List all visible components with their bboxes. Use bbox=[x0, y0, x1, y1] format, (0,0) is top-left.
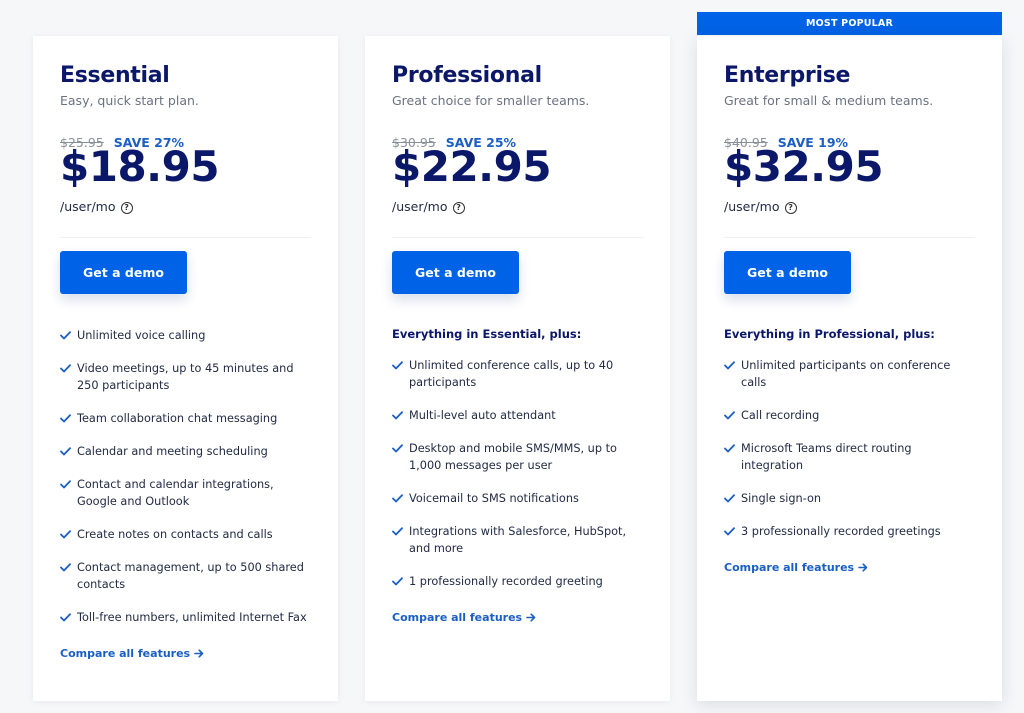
feature-list: Everything in Professional, plus: Unlimit… bbox=[724, 327, 975, 575]
feature-item: Multi-level auto attendant bbox=[392, 407, 643, 424]
feature-item: Voicemail to SMS notifications bbox=[392, 490, 643, 507]
compare-link-label: Compare all features bbox=[60, 647, 191, 660]
feature-text: Call recording bbox=[741, 409, 820, 422]
plan-card-enterprise: Enterprise Great for small & medium team… bbox=[697, 36, 1002, 701]
feature-item: Unlimited participants on conference cal… bbox=[724, 357, 975, 391]
check-icon bbox=[60, 443, 76, 460]
feature-text: Unlimited voice calling bbox=[77, 329, 206, 342]
plan-description: Great choice for smaller teams. bbox=[392, 93, 590, 108]
check-icon bbox=[724, 407, 740, 424]
feature-text: Team collaboration chat messaging bbox=[77, 412, 278, 425]
get-demo-button[interactable]: Get a demo bbox=[60, 251, 187, 294]
compare-all-features-link[interactable]: Compare all features bbox=[392, 611, 536, 625]
check-icon bbox=[60, 360, 76, 377]
arrow-right-icon bbox=[526, 612, 536, 625]
plan-price: $32.95 bbox=[724, 142, 884, 191]
plan-name: Professional bbox=[392, 63, 542, 88]
check-icon bbox=[60, 410, 76, 427]
feature-text: Microsoft Teams direct routing integrati… bbox=[741, 442, 912, 472]
feature-text: Contact management, up to 500 shared con… bbox=[77, 561, 304, 591]
check-icon bbox=[60, 526, 76, 543]
check-icon bbox=[724, 440, 740, 457]
check-icon bbox=[392, 357, 408, 374]
plan-card-essential: Essential Easy, quick start plan. $25.95… bbox=[33, 36, 338, 701]
feature-item: Call recording bbox=[724, 407, 975, 424]
get-demo-button[interactable]: Get a demo bbox=[724, 251, 851, 294]
compare-all-features-link[interactable]: Compare all features bbox=[60, 647, 204, 661]
feature-text: Contact and calendar integrations, Googl… bbox=[77, 478, 274, 508]
price-unit-row: /user/mo ? bbox=[60, 199, 133, 214]
features-heading: Everything in Essential, plus: bbox=[392, 327, 582, 341]
feature-item: Unlimited conference calls, up to 40 par… bbox=[392, 357, 643, 391]
feature-item: Toll-free numbers, unlimited Internet Fa… bbox=[60, 609, 311, 626]
plan-name: Essential bbox=[60, 63, 170, 88]
feature-text: 3 professionally recorded greetings bbox=[741, 525, 941, 538]
plan-name: Enterprise bbox=[724, 63, 851, 88]
feature-item: 1 professionally recorded greeting bbox=[392, 573, 643, 590]
plan-card-professional: Professional Great choice for smaller te… bbox=[365, 36, 670, 701]
feature-text: Integrations with Salesforce, HubSpot, a… bbox=[409, 525, 627, 555]
compare-link-label: Compare all features bbox=[392, 611, 523, 624]
check-icon bbox=[392, 523, 408, 540]
feature-text: Multi-level auto attendant bbox=[409, 409, 556, 422]
most-popular-banner: MOST POPULAR bbox=[697, 12, 1002, 35]
feature-item: Calendar and meeting scheduling bbox=[60, 443, 311, 460]
feature-item: Desktop and mobile SMS/MMS, up to 1,000 … bbox=[392, 440, 643, 474]
compare-link-label: Compare all features bbox=[724, 561, 855, 574]
check-icon bbox=[60, 559, 76, 576]
check-icon bbox=[724, 523, 740, 540]
price-unit: /user/mo bbox=[60, 199, 116, 214]
feature-text: Calendar and meeting scheduling bbox=[77, 445, 268, 458]
arrow-right-icon bbox=[858, 562, 868, 575]
price-unit-row: /user/mo ? bbox=[392, 199, 465, 214]
check-icon bbox=[392, 407, 408, 424]
feature-item: Microsoft Teams direct routing integrati… bbox=[724, 440, 975, 474]
get-demo-button[interactable]: Get a demo bbox=[392, 251, 519, 294]
feature-item: Team collaboration chat messaging bbox=[60, 410, 311, 427]
feature-item: Integrations with Salesforce, HubSpot, a… bbox=[392, 523, 643, 557]
check-icon bbox=[392, 573, 408, 590]
feature-item: Contact management, up to 500 shared con… bbox=[60, 559, 311, 593]
plan-description: Easy, quick start plan. bbox=[60, 93, 199, 108]
feature-item: 3 professionally recorded greetings bbox=[724, 523, 975, 540]
feature-text: Toll-free numbers, unlimited Internet Fa… bbox=[77, 611, 307, 624]
feature-list: Everything in Essential, plus: Unlimited … bbox=[392, 327, 643, 625]
help-circle-icon[interactable]: ? bbox=[784, 202, 797, 214]
divider bbox=[392, 237, 643, 238]
check-icon bbox=[60, 476, 76, 493]
feature-item: Create notes on contacts and calls bbox=[60, 526, 311, 543]
features-heading: Everything in Professional, plus: bbox=[724, 327, 935, 341]
check-icon bbox=[60, 327, 76, 344]
help-circle-icon[interactable]: ? bbox=[452, 202, 465, 214]
divider bbox=[724, 237, 975, 238]
feature-item: Contact and calendar integrations, Googl… bbox=[60, 476, 311, 510]
price-unit: /user/mo bbox=[724, 199, 780, 214]
arrow-right-icon bbox=[194, 648, 204, 661]
check-icon bbox=[724, 490, 740, 507]
price-unit: /user/mo bbox=[392, 199, 448, 214]
price-unit-row: /user/mo ? bbox=[724, 199, 797, 214]
check-icon bbox=[392, 440, 408, 457]
feature-text: Create notes on contacts and calls bbox=[77, 528, 273, 541]
help-circle-icon[interactable]: ? bbox=[120, 202, 133, 214]
plan-price: $18.95 bbox=[60, 142, 220, 191]
check-icon bbox=[60, 609, 76, 626]
feature-item: Single sign-on bbox=[724, 490, 975, 507]
feature-list: Unlimited voice calling Video meetings, u… bbox=[60, 327, 311, 661]
check-icon bbox=[724, 357, 740, 374]
feature-text: Unlimited conference calls, up to 40 par… bbox=[409, 359, 614, 389]
feature-item: Video meetings, up to 45 minutes and 250… bbox=[60, 360, 311, 394]
feature-item: Unlimited voice calling bbox=[60, 327, 311, 344]
feature-text: Voicemail to SMS notifications bbox=[409, 492, 579, 505]
plan-description: Great for small & medium teams. bbox=[724, 93, 934, 108]
plan-price: $22.95 bbox=[392, 142, 552, 191]
feature-text: Video meetings, up to 45 minutes and 250… bbox=[77, 362, 294, 392]
feature-text: Unlimited participants on conference cal… bbox=[741, 359, 951, 389]
feature-text: Single sign-on bbox=[741, 492, 822, 505]
feature-text: Desktop and mobile SMS/MMS, up to 1,000 … bbox=[409, 442, 617, 472]
compare-all-features-link[interactable]: Compare all features bbox=[724, 561, 868, 575]
check-icon bbox=[392, 490, 408, 507]
feature-text: 1 professionally recorded greeting bbox=[409, 575, 603, 588]
divider bbox=[60, 237, 311, 238]
